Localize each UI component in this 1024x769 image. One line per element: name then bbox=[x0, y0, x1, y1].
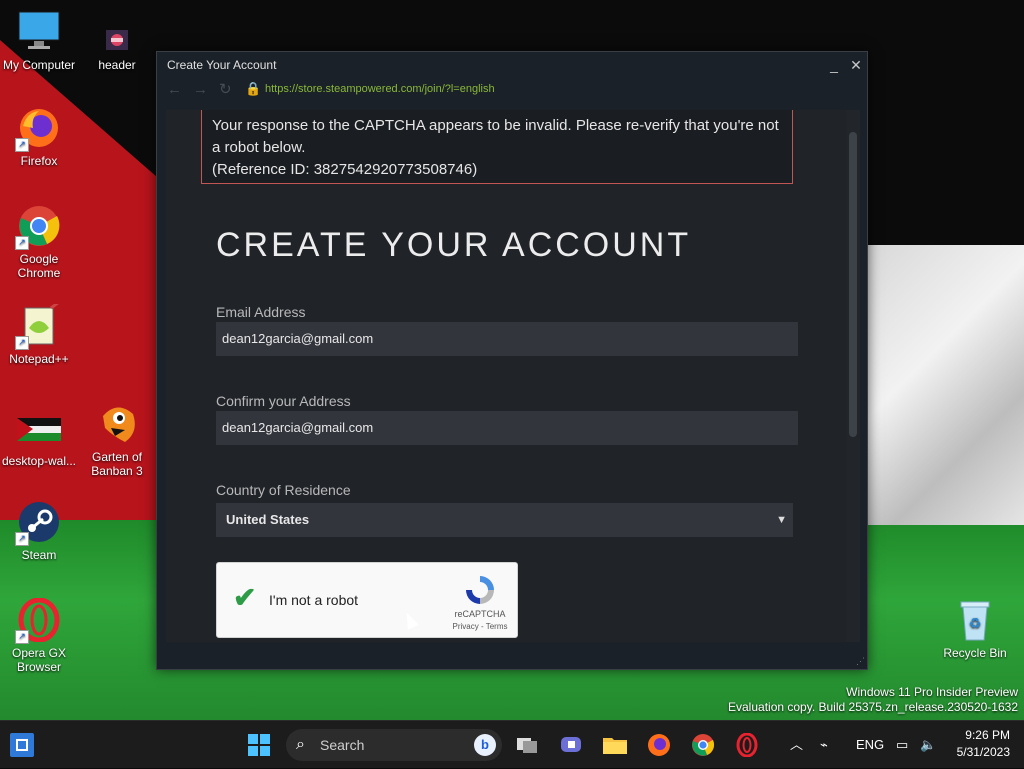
recaptcha-links[interactable]: Privacy - Terms bbox=[445, 622, 515, 631]
taskbar: ⌕ Search b ︿ ⌁ ENG ▭ 🔈 9:26 PM 5/31/2023 bbox=[0, 720, 1024, 768]
bing-icon[interactable]: b bbox=[474, 734, 496, 756]
svg-text:♻: ♻ bbox=[969, 616, 982, 632]
volume-icon[interactable]: 🔈 bbox=[920, 721, 936, 769]
chrome-taskbar-icon[interactable] bbox=[689, 731, 717, 759]
shortcut-arrow-icon: ↗ bbox=[15, 236, 29, 250]
shortcut-arrow-icon: ↗ bbox=[15, 336, 29, 350]
firefox-icon: ↗ bbox=[15, 106, 61, 152]
window-title: Create Your Account bbox=[167, 58, 277, 72]
desktop-icon-garten-of-banban-3[interactable]: Garten of Banban 3 bbox=[78, 402, 156, 478]
firefox-taskbar-icon[interactable] bbox=[645, 731, 673, 759]
recaptcha-widget: ✔ I'm not a robot reCAPTCHA Privacy - Te… bbox=[216, 562, 518, 638]
show-hidden-icons-chevron-up-icon[interactable]: ︿ bbox=[790, 721, 803, 769]
language-indicator[interactable]: ENG bbox=[856, 721, 884, 769]
minimize-icon[interactable]: _ bbox=[823, 57, 845, 73]
chevron-down-icon: ▼ bbox=[776, 514, 787, 526]
desktop-icon-label: Google Chrome bbox=[17, 252, 61, 280]
desktop-icon-label: Garten of Banban 3 bbox=[91, 450, 143, 478]
desktop-icon-recycle-bin[interactable]: ♻ Recycle Bin bbox=[936, 598, 1014, 660]
country-label: Country of Residence bbox=[216, 482, 351, 498]
desktop-icon-label: Firefox bbox=[20, 154, 58, 168]
taskbar-clock[interactable]: 9:26 PM 5/31/2023 bbox=[957, 727, 1010, 761]
shortcut-arrow-icon: ↗ bbox=[15, 138, 29, 152]
flag-image-icon bbox=[17, 406, 61, 450]
network-disconnected-icon[interactable]: ⌁ bbox=[820, 721, 828, 769]
desktop-icon-notepad-plus-plus[interactable]: ↗ Notepad++ bbox=[0, 300, 78, 366]
recycle-bin-icon: ♻ bbox=[953, 598, 997, 642]
display-icon[interactable]: ▭ bbox=[896, 721, 908, 769]
resize-grip-icon[interactable]: ⋰ bbox=[856, 656, 865, 667]
captcha-error-message: Your response to the CAPTCHA appears to … bbox=[201, 110, 793, 184]
monitor-icon bbox=[17, 10, 61, 54]
desktop-icon-header[interactable]: header bbox=[78, 26, 156, 72]
error-text: Your response to the CAPTCHA appears to … bbox=[212, 117, 779, 156]
notepad-plus-plus-icon: ↗ bbox=[15, 300, 61, 350]
desktop-icon-label: desktop-wal... bbox=[1, 454, 77, 468]
reference-id: (Reference ID: 3827542920773508746) bbox=[212, 161, 478, 178]
desktop-icon-label: header bbox=[98, 58, 136, 72]
opera-gx-taskbar-icon[interactable] bbox=[733, 731, 761, 759]
start-button[interactable] bbox=[245, 731, 273, 759]
email-label: Email Address bbox=[216, 304, 306, 320]
steam-icon: ↗ bbox=[15, 500, 61, 546]
scrollbar[interactable] bbox=[846, 110, 860, 642]
teams-chat-icon[interactable] bbox=[557, 731, 585, 759]
desktop-icon-steam[interactable]: ↗ Steam bbox=[0, 500, 78, 562]
clock-date: 5/31/2023 bbox=[956, 745, 1010, 759]
opera-gx-icon: ↗ bbox=[15, 597, 61, 644]
desktop-icon-firefox[interactable]: ↗ Firefox bbox=[0, 106, 78, 168]
desktop-icon-label: Opera GX Browser bbox=[11, 646, 67, 674]
lock-icon: 🔒 bbox=[245, 81, 262, 96]
watermark-line-1: Windows 11 Pro Insider Preview bbox=[846, 685, 1018, 699]
file-explorer-icon[interactable] bbox=[601, 731, 629, 759]
desktop-icon-label: Notepad++ bbox=[9, 352, 69, 366]
desktop-icon-label: Recycle Bin bbox=[943, 646, 1007, 660]
clock-time: 9:26 PM bbox=[965, 728, 1010, 742]
windows-watermark: Windows 11 Pro Insider Preview Evaluatio… bbox=[728, 685, 1018, 715]
country-value: United States bbox=[226, 512, 310, 527]
search-placeholder: Search bbox=[320, 737, 365, 753]
image-file-icon bbox=[103, 26, 131, 54]
forward-arrow-icon[interactable]: → bbox=[193, 81, 219, 98]
shortcut-arrow-icon: ↗ bbox=[15, 532, 29, 546]
desktop-icon-label: Steam bbox=[21, 548, 57, 562]
taskbar-search-box[interactable]: ⌕ Search b bbox=[286, 729, 502, 761]
chrome-icon: ↗ bbox=[15, 204, 61, 250]
bird-character-icon bbox=[95, 402, 139, 446]
page-title: CREATE YOUR ACCOUNT bbox=[216, 226, 692, 264]
country-select[interactable]: United States ▼ bbox=[216, 503, 793, 537]
window-title-bar[interactable]: Create Your Account _ ✕ bbox=[157, 52, 867, 78]
wallpaper-white-band bbox=[866, 245, 1024, 525]
steam-create-account-window: Create Your Account _ ✕ ← → ↻ 🔒 https://… bbox=[156, 51, 868, 670]
widgets-icon[interactable] bbox=[10, 733, 34, 757]
close-icon[interactable]: ✕ bbox=[845, 57, 867, 74]
desktop-icon-opera-gx-browser[interactable]: ↗ Opera GX Browser bbox=[0, 597, 78, 674]
recaptcha-brand: reCAPTCHA bbox=[454, 609, 506, 619]
confirm-email-label: Confirm your Address bbox=[216, 393, 351, 409]
back-arrow-icon[interactable]: ← bbox=[167, 81, 193, 98]
email-field[interactable]: dean12garcia@gmail.com bbox=[216, 322, 798, 356]
task-view-icon[interactable] bbox=[513, 731, 541, 759]
scrollbar-thumb[interactable] bbox=[849, 132, 857, 437]
search-icon: ⌕ bbox=[296, 736, 305, 753]
confirm-email-field[interactable]: dean12garcia@gmail.com bbox=[216, 411, 798, 445]
desktop-icon-desktop-wallpaper[interactable]: desktop-wal... bbox=[0, 406, 78, 468]
desktop-icon-label: My Computer bbox=[2, 58, 76, 72]
url-text[interactable]: https://store.steampowered.com/join/?l=e… bbox=[265, 83, 495, 95]
captcha-label: I'm not a robot bbox=[269, 592, 359, 608]
page-content: Your response to the CAPTCHA appears to … bbox=[166, 110, 860, 642]
shortcut-arrow-icon: ↗ bbox=[15, 630, 29, 644]
desktop-icon-my-computer[interactable]: My Computer bbox=[0, 10, 78, 72]
checkmark-icon[interactable]: ✔ bbox=[233, 581, 256, 614]
reload-icon[interactable]: ↻ bbox=[219, 80, 245, 98]
recaptcha-logo-icon bbox=[466, 576, 494, 604]
windows-logo-icon bbox=[248, 734, 270, 756]
watermark-line-2: Evaluation copy. Build 25375.zn_release.… bbox=[728, 700, 1018, 714]
desktop-icon-google-chrome[interactable]: ↗ Google Chrome bbox=[0, 204, 78, 280]
url-bar: ← → ↻ 🔒 https://store.steampowered.com/j… bbox=[157, 78, 867, 100]
